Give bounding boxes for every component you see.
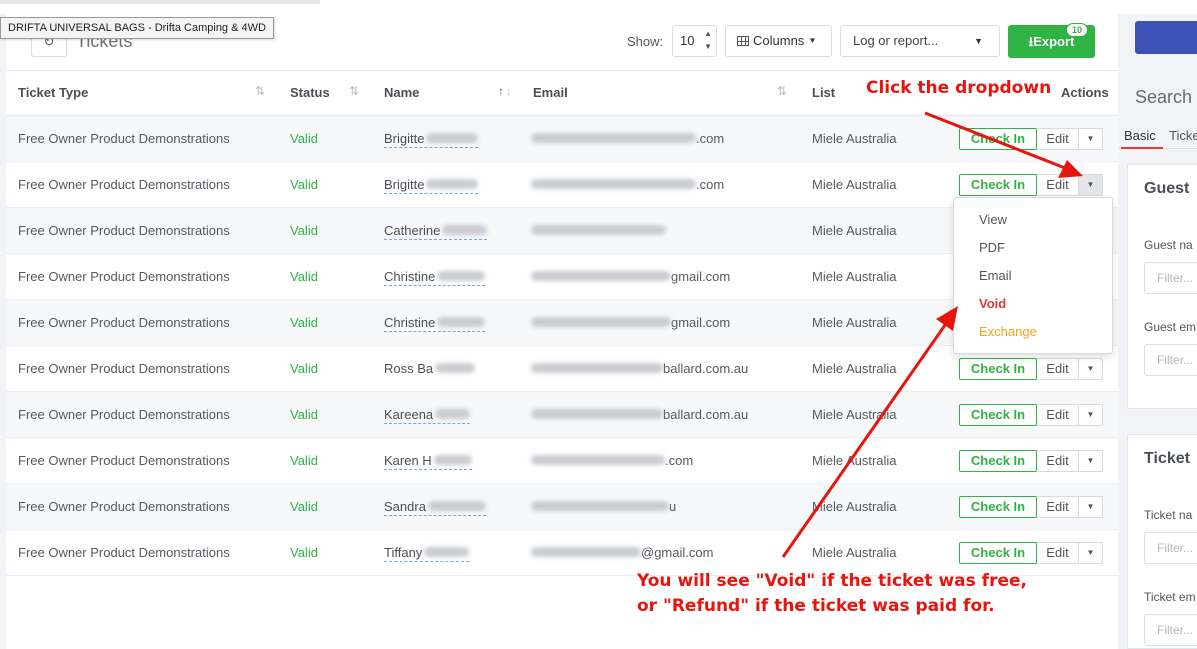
arrow-to-dropdown	[924, 111, 1071, 172]
annotation-void-line2: or "Refund" if the ticket was paid for.	[637, 596, 995, 616]
arrow-to-void	[781, 317, 952, 558]
annotation-void-note: You will see "Void" if the ticket was fr…	[637, 569, 1027, 619]
arrow-head-dropdown	[1058, 160, 1083, 178]
annotation-click-dropdown: Click the dropdown	[866, 78, 1052, 98]
annotation-void-line1: You will see "Void" if the ticket was fr…	[637, 571, 1027, 591]
arrow-head-void	[936, 306, 958, 331]
